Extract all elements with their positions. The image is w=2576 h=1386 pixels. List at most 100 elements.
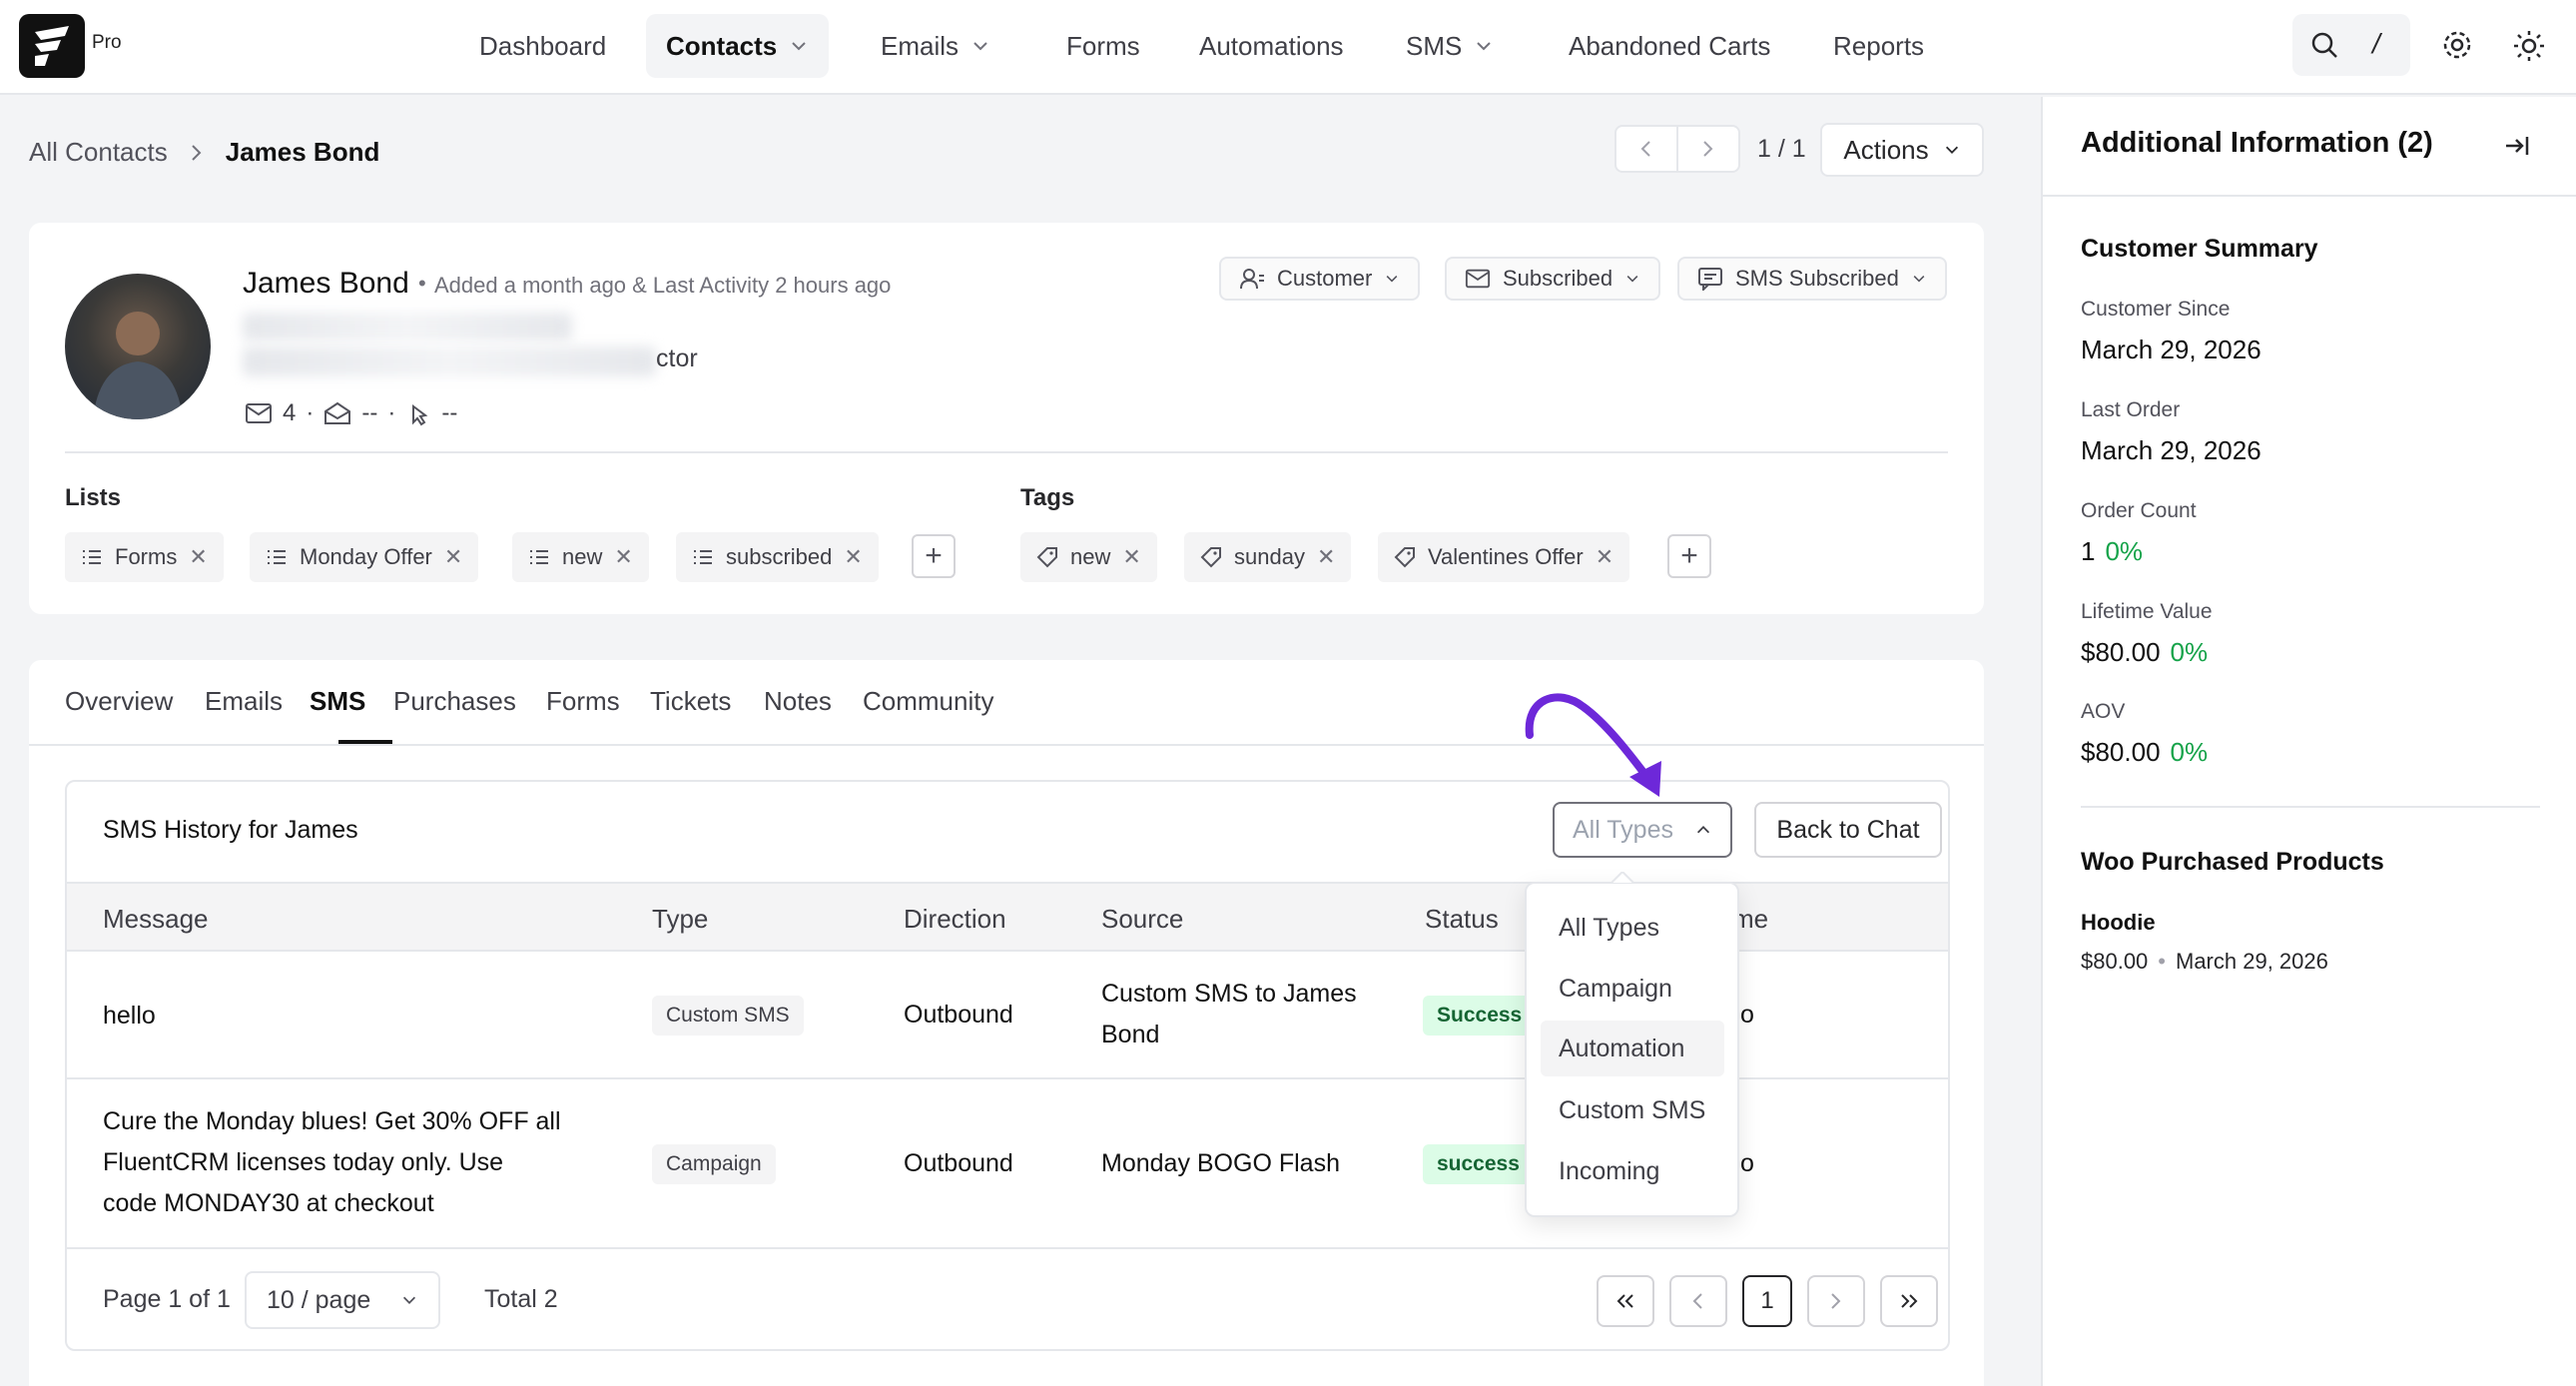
fluentcrm-logo[interactable] xyxy=(19,14,85,78)
top-navigation: Pro Dashboard Contacts Emails Forms Auto… xyxy=(0,0,2576,95)
pro-badge: Pro xyxy=(92,32,122,53)
chevron-left-icon xyxy=(1640,141,1650,157)
option-automation[interactable]: Automation xyxy=(1541,1021,1724,1076)
opens-count: -- xyxy=(361,399,378,426)
aov-label: AOV xyxy=(2081,700,2126,723)
nav-contacts[interactable]: Contacts xyxy=(646,14,830,78)
option-all-types[interactable]: All Types xyxy=(1541,900,1724,956)
list-chip-subscribed: subscribed ✕ xyxy=(676,532,879,582)
sun-icon[interactable] xyxy=(2511,28,2547,64)
option-campaign[interactable]: Campaign xyxy=(1541,961,1724,1017)
first-page-button[interactable] xyxy=(1597,1275,1654,1327)
nav-reports-label: Reports xyxy=(1833,30,1925,61)
next-contact-button[interactable] xyxy=(1676,125,1740,173)
nav-dashboard[interactable]: Dashboard xyxy=(459,14,626,78)
list-icon xyxy=(530,550,548,564)
clicks-count: -- xyxy=(441,399,458,426)
nav-sms-label: SMS xyxy=(1406,30,1463,61)
tag-icon xyxy=(1036,547,1057,568)
breadcrumb-all-contacts[interactable]: All Contacts xyxy=(29,137,168,168)
gear-icon[interactable] xyxy=(2440,28,2474,62)
avatar xyxy=(65,274,211,419)
message-line-3: code MONDAY30 at checkout xyxy=(103,1189,434,1217)
lifetime-value-label: Lifetime Value xyxy=(2081,600,2213,623)
nav-forms[interactable]: Forms xyxy=(1046,14,1160,78)
aov-value: $80.00 0% xyxy=(2081,737,2208,768)
nav-emails[interactable]: Emails xyxy=(861,14,1010,78)
tab-tickets[interactable]: Tickets xyxy=(650,686,731,717)
tag-chip-valentines-offer: Valentines Offer ✕ xyxy=(1378,532,1630,582)
per-page-select[interactable]: 10 / page xyxy=(245,1271,440,1329)
email-status-dropdown[interactable]: Subscribed xyxy=(1445,257,1661,301)
aov-change: 0% xyxy=(2170,737,2209,767)
page-1-button[interactable]: 1 xyxy=(1742,1275,1792,1327)
remove-icon[interactable]: ✕ xyxy=(1122,544,1140,570)
sms-status-dropdown[interactable]: SMS Subscribed xyxy=(1677,257,1947,301)
col-source: Source xyxy=(1101,904,1184,934)
stats-separator: · xyxy=(306,399,315,426)
option-incoming[interactable]: Incoming xyxy=(1541,1143,1724,1199)
nav-dashboard-label: Dashboard xyxy=(479,30,607,61)
collapse-panel-icon[interactable] xyxy=(2502,131,2532,161)
source-text: Monday BOGO Flash xyxy=(1101,1149,1340,1177)
contact-meta: Added a month ago & Last Activity 2 hour… xyxy=(434,273,892,298)
sms-status-label: SMS Subscribed xyxy=(1735,266,1899,291)
panel-divider xyxy=(2043,195,2576,197)
remove-icon[interactable]: ✕ xyxy=(614,544,632,570)
product-meta-separator: • xyxy=(2158,949,2166,974)
actions-button[interactable]: Actions xyxy=(1820,123,1984,177)
nav-automations-label: Automations xyxy=(1199,30,1344,61)
prev-contact-button[interactable] xyxy=(1614,125,1678,173)
nav-sms[interactable]: SMS xyxy=(1386,14,1514,78)
customer-since-value: March 29, 2026 xyxy=(2081,335,2261,364)
nav-automations[interactable]: Automations xyxy=(1179,14,1364,78)
remove-icon[interactable]: ✕ xyxy=(189,544,207,570)
search-shortcut-key: / xyxy=(2372,28,2380,59)
back-to-chat-button[interactable]: Back to Chat xyxy=(1754,802,1942,858)
last-page-button[interactable] xyxy=(1880,1275,1938,1327)
next-page-button[interactable] xyxy=(1807,1275,1865,1327)
list-chip-monday-offer: Monday Offer ✕ xyxy=(250,532,479,582)
add-list-button[interactable]: + xyxy=(912,534,956,578)
contact-profile-card: James Bond • Added a month ago & Last Ac… xyxy=(29,223,1984,614)
nav-abandoned-carts[interactable]: Abandoned Carts xyxy=(1549,14,1790,78)
mail-icon xyxy=(1465,269,1491,289)
tag-chip-new: new ✕ xyxy=(1020,532,1157,582)
message-line-1: Cure the Monday blues! Get 30% OFF all xyxy=(103,1107,561,1135)
remove-icon[interactable]: ✕ xyxy=(1596,544,1613,570)
chevron-down-icon xyxy=(1626,276,1638,283)
add-tag-button[interactable]: + xyxy=(1667,534,1711,578)
tab-purchases[interactable]: Purchases xyxy=(393,686,516,717)
tag-chip-label: new xyxy=(1070,544,1111,569)
tab-sms[interactable]: SMS xyxy=(310,686,365,717)
mail-open-icon xyxy=(324,401,351,424)
prev-page-button[interactable] xyxy=(1669,1275,1727,1327)
chevron-down-icon xyxy=(1386,276,1398,283)
remove-icon[interactable]: ✕ xyxy=(444,544,462,570)
tab-community[interactable]: Community xyxy=(863,686,993,717)
order-count-number: 1 xyxy=(2081,536,2096,566)
tag-chip-label: sunday xyxy=(1234,544,1305,569)
nav-reports[interactable]: Reports xyxy=(1813,14,1944,78)
chevron-down-icon xyxy=(1945,146,1958,154)
tab-overview[interactable]: Overview xyxy=(65,686,173,717)
page-indicator: Page 1 of 1 xyxy=(103,1285,231,1313)
remove-icon[interactable]: ✕ xyxy=(844,544,862,570)
type-filter-select[interactable]: All Types xyxy=(1553,802,1732,858)
search-shortcut-group: / xyxy=(2292,14,2410,76)
product-date: March 29, 2026 xyxy=(2176,949,2328,974)
tab-emails[interactable]: Emails xyxy=(205,686,283,717)
search-icon[interactable] xyxy=(2308,29,2340,61)
email-stats: 4 · -- · -- xyxy=(245,399,457,427)
time-partial: o xyxy=(1740,1149,1754,1177)
last-order-label: Last Order xyxy=(2081,398,2181,421)
tab-notes[interactable]: Notes xyxy=(764,686,832,717)
type-filter-value: All Types xyxy=(1573,815,1673,844)
contact-type-dropdown[interactable]: Customer xyxy=(1219,257,1421,301)
tab-forms[interactable]: Forms xyxy=(546,686,620,717)
tags-title: Tags xyxy=(1020,484,1075,511)
remove-icon[interactable]: ✕ xyxy=(1317,544,1335,570)
list-icon xyxy=(83,550,101,564)
product-name: Hoodie xyxy=(2081,910,2156,935)
option-custom-sms[interactable]: Custom SMS xyxy=(1541,1082,1724,1138)
